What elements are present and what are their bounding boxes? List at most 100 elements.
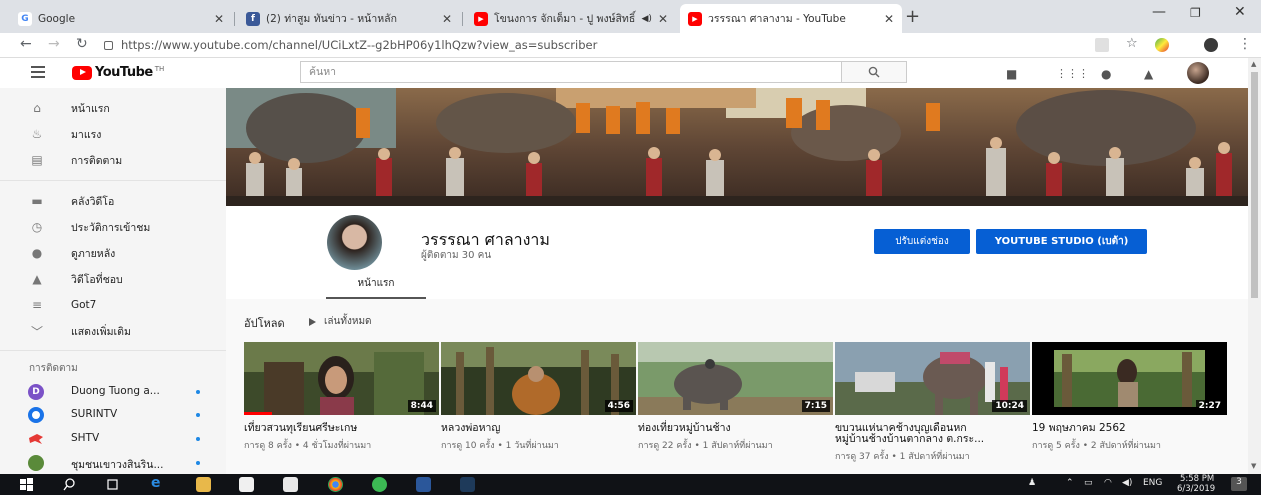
video-card[interactable]: 8:44 เที่ยวสวนทุเรียนศรีษะเกษ การดู 8 คร… — [244, 342, 439, 452]
channel-avatar[interactable] — [327, 215, 382, 270]
youtube-studio-button[interactable]: YOUTUBE STUDIO (เบต้า) — [976, 229, 1147, 254]
word-icon[interactable] — [416, 477, 431, 492]
close-icon[interactable]: ✕ — [214, 12, 224, 26]
video-title[interactable]: ขบวนแห่นาคช้างบุญเดือนหก หมู่บ้านช้างบ้า… — [835, 423, 1030, 445]
battery-icon[interactable]: ▭ — [1084, 478, 1093, 488]
play-all-button[interactable]: เล่นทั้งหมด — [309, 314, 372, 329]
close-icon[interactable]: ✕ — [658, 12, 668, 26]
sidebar-show-more[interactable]: ﹀ แสดงเพิ่มเติม — [0, 319, 226, 343]
scrollbar-thumb[interactable] — [1251, 72, 1258, 298]
video-title[interactable]: เที่ยวสวนทุเรียนศรีษะเกษ — [244, 423, 439, 434]
speaker-icon[interactable]: ◀) — [642, 14, 652, 24]
star-icon[interactable]: ☆ — [1126, 36, 1138, 51]
video-title[interactable]: หลวงพ่อหาญ — [441, 423, 636, 434]
tab-facebook[interactable]: f (2) ท่าสูม ทันข่าว - หน้าหลัก ✕ — [238, 4, 460, 33]
sidebar-item-history[interactable]: ◷ ประวัติการเข้าชม — [0, 215, 226, 239]
video-card[interactable]: 2:27 19 พฤษภาคม 2562 การดู 5 ครั้ง • 2 ส… — [1032, 342, 1227, 452]
file-explorer-icon[interactable] — [196, 477, 211, 492]
hamburger-icon[interactable] — [31, 66, 45, 81]
search-icon[interactable] — [62, 477, 77, 492]
video-title[interactable]: 19 พฤษภาคม 2562 — [1032, 423, 1227, 434]
video-card[interactable]: 4:56 หลวงพ่อหาญ การดู 10 ครั้ง • 1 วันที… — [441, 342, 636, 452]
scroll-up-icon[interactable]: ▲ — [1251, 60, 1256, 68]
sidebar-item-trending[interactable]: ♨ มาแรง — [0, 122, 226, 146]
store-icon[interactable] — [239, 477, 254, 492]
tab-channel[interactable]: ▶ วรรรณา ศาลางาม - YouTube ✕ — [680, 4, 902, 33]
video-title[interactable]: ท่องเที่ยวหมู่บ้านช้าง — [638, 423, 833, 434]
video-card[interactable]: 10:24 ขบวนแห่นาคช้างบุญเดือนหก หมู่บ้านช… — [835, 342, 1030, 463]
play-all-label: เล่นทั้งหมด — [324, 316, 372, 327]
sidebar-item-liked[interactable]: ▲ วิดีโอที่ชอบ — [0, 267, 226, 291]
subscription-item[interactable]: SHTV — [0, 428, 226, 450]
mail-icon[interactable] — [283, 477, 298, 492]
sidebar-item-watch-later[interactable]: ● ดูภายหลัง — [0, 241, 226, 265]
video-meta: การดู 22 ครั้ง • 1 สัปดาห์ที่ผ่านมา — [638, 441, 773, 451]
video-thumbnail[interactable]: 10:24 — [835, 342, 1030, 415]
video-thumbnail[interactable]: 2:27 — [1032, 342, 1227, 415]
chrome-icon[interactable] — [328, 477, 343, 492]
video-meta: การดู 8 ครั้ง • 4 ชั่วโมงที่ผ่านมา — [244, 441, 372, 451]
sidebar-item-label: การติดตาม — [71, 154, 123, 167]
bell-icon[interactable]: ▲ — [1144, 67, 1153, 81]
new-tab-button[interactable]: + — [905, 6, 920, 27]
language-indicator[interactable]: ENG — [1143, 478, 1162, 488]
volume-icon[interactable]: ◀) — [1122, 478, 1132, 488]
video-card[interactable]: 7:15 ท่องเที่ยวหมู่บ้านช้าง การดู 22 ครั… — [638, 342, 833, 452]
subscription-item[interactable]: ชุมชนเขาวงสินริน... — [0, 452, 226, 474]
task-view-icon[interactable] — [105, 477, 120, 492]
subscription-label: Duong Tuong a... — [71, 385, 160, 397]
video-thumbnail[interactable]: 7:15 — [638, 342, 833, 415]
menu-icon[interactable]: ⋮ — [1238, 36, 1252, 52]
line-icon[interactable] — [372, 477, 387, 492]
sidebar-item-subscriptions[interactable]: ▤ การติดตาม — [0, 148, 226, 172]
sidebar-item-home[interactable]: ⌂ หน้าแรก — [0, 96, 226, 120]
window-close-button[interactable]: ✕ — [1234, 4, 1246, 20]
youtube-icon: ▶ — [474, 11, 488, 26]
messages-icon[interactable]: ● — [1101, 67, 1111, 81]
facebook-icon: f — [246, 11, 260, 26]
reload-icon[interactable]: ↻ — [76, 36, 88, 52]
people-icon[interactable]: ♟ — [1028, 478, 1036, 488]
notification-icon[interactable]: 3 — [1231, 477, 1247, 491]
photos-icon[interactable] — [460, 477, 475, 492]
sidebar-item-playlist[interactable]: ≡ Got7 — [0, 293, 226, 317]
minimize-button[interactable]: — — [1152, 4, 1166, 20]
close-icon[interactable]: ✕ — [884, 12, 894, 26]
scroll-down-icon[interactable]: ▼ — [1251, 462, 1256, 470]
search-input[interactable] — [301, 62, 841, 82]
sidebar-item-label: มาแรง — [71, 128, 102, 141]
extension-icon[interactable] — [1155, 38, 1169, 52]
sidebar-item-label: แสดงเพิ่มเติม — [71, 325, 131, 338]
section-title[interactable]: อัปโหลด — [244, 314, 285, 332]
back-icon[interactable]: ← — [20, 36, 32, 52]
clock-date[interactable]: 6/3/2019 — [1177, 484, 1215, 494]
forward-icon[interactable]: → — [48, 36, 60, 52]
close-icon[interactable]: ✕ — [442, 12, 452, 26]
chevron-up-icon[interactable]: ⌃ — [1066, 478, 1074, 488]
restore-button[interactable]: ❐ — [1190, 6, 1201, 20]
sidebar-item-library[interactable]: ▬ คลังวิดีโอ — [0, 189, 226, 213]
subscription-item[interactable]: SURINTV — [0, 404, 226, 426]
page-scrollbar[interactable]: ▲ ▼ — [1248, 58, 1261, 474]
tab-google[interactable]: G Google ✕ — [10, 4, 232, 33]
youtube-logo[interactable]: YouTube TH — [72, 65, 164, 80]
channel-avatar — [28, 455, 44, 471]
translate-icon[interactable] — [1095, 38, 1109, 52]
search-button[interactable] — [842, 61, 907, 83]
video-thumbnail[interactable]: 8:44 — [244, 342, 439, 415]
upload-video-icon[interactable]: ■ — [1006, 67, 1017, 81]
video-meta: การดู 10 ครั้ง • 1 วันที่ผ่านมา — [441, 441, 559, 451]
customize-channel-button[interactable]: ปรับแต่งช่อง — [874, 229, 970, 254]
edge-icon[interactable]: e — [151, 475, 166, 491]
wifi-icon[interactable]: ◠ — [1104, 478, 1112, 488]
video-thumbnail[interactable]: 4:56 — [441, 342, 636, 415]
tab-youtube-music[interactable]: ▶ โขนงการ จักเต็มา - ปู พงษ์สิทธิ์ คำ ◀)… — [466, 4, 676, 33]
avatar[interactable] — [1187, 62, 1209, 84]
tab-home[interactable]: หน้าแรก — [326, 270, 426, 299]
apps-icon[interactable]: ⋮⋮⋮ — [1056, 67, 1089, 80]
profile-icon[interactable] — [1204, 38, 1218, 52]
windows-start-icon[interactable] — [19, 477, 34, 492]
subscription-item[interactable]: D Duong Tuong a... — [0, 381, 226, 403]
clock-time[interactable]: 5:58 PM — [1180, 474, 1214, 484]
url-field[interactable]: https://www.youtube.com/channel/UCiLxtZ-… — [104, 35, 1104, 55]
